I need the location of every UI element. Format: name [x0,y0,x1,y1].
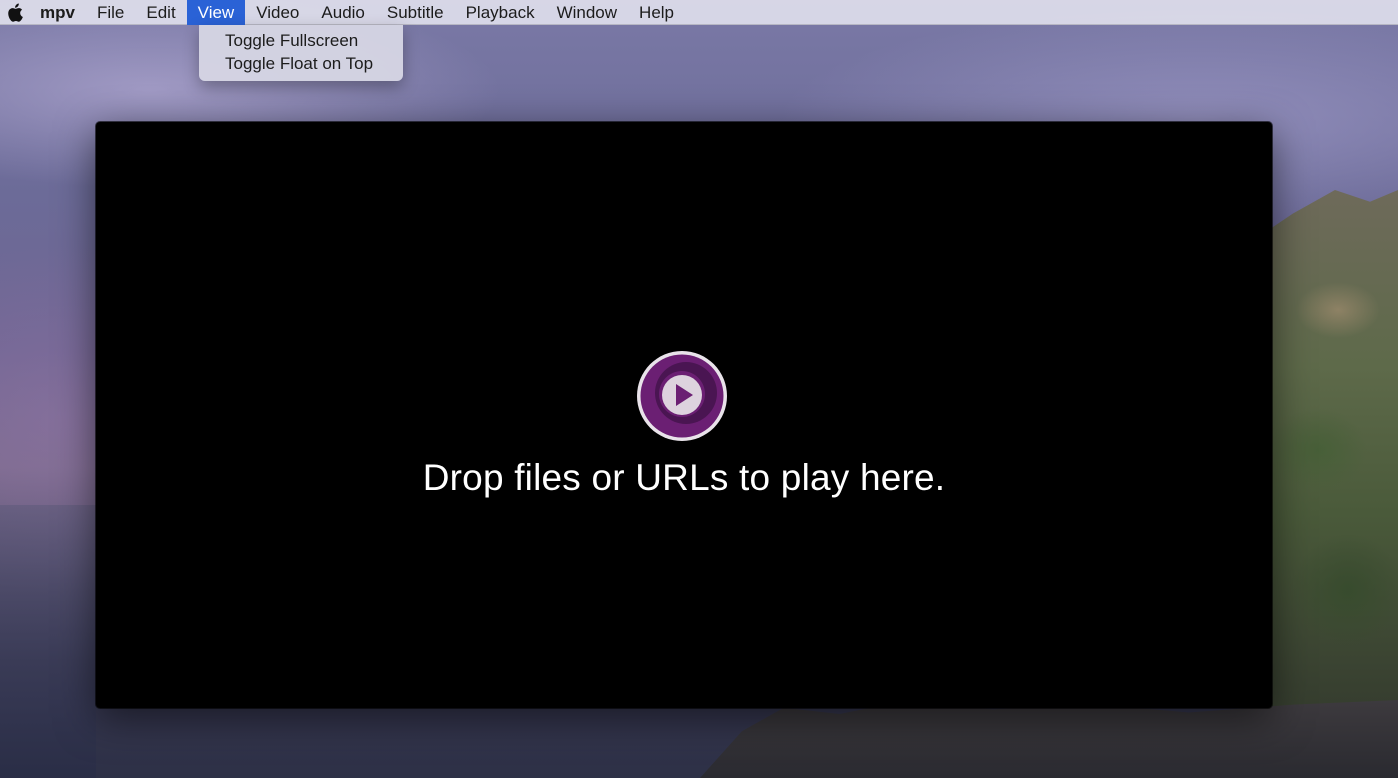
menu-edit[interactable]: Edit [135,0,186,25]
menu-view[interactable]: View [186,0,246,25]
menu-bar: mpv File Edit View Video Audio Subtitle … [0,0,1398,25]
drop-files-message: Drop files or URLs to play here. [422,457,946,498]
menu-window[interactable]: Window [546,0,628,25]
mpv-logo-icon [636,350,728,442]
menu-subtitle[interactable]: Subtitle [376,0,455,25]
menu-item-toggle-float-on-top[interactable]: Toggle Float on Top [199,52,403,75]
view-menu-dropdown: Toggle Fullscreen Toggle Float on Top [199,25,403,81]
menu-playback[interactable]: Playback [455,0,546,25]
desktop-wallpaper-rocks [700,700,1398,778]
menu-app-mpv[interactable]: mpv [36,0,86,25]
apple-logo-icon[interactable] [0,0,36,25]
menu-audio[interactable]: Audio [310,0,375,25]
menu-file[interactable]: File [86,0,135,25]
desktop-background: mpv File Edit View Video Audio Subtitle … [0,0,1398,778]
menu-item-toggle-fullscreen[interactable]: Toggle Fullscreen [199,29,403,52]
menu-video[interactable]: Video [245,0,310,25]
player-window[interactable]: Drop files or URLs to play here. [96,122,1272,708]
menu-help[interactable]: Help [628,0,685,25]
desktop-wallpaper-mountain [1258,190,1398,778]
desktop-wallpaper-sea [0,505,96,778]
